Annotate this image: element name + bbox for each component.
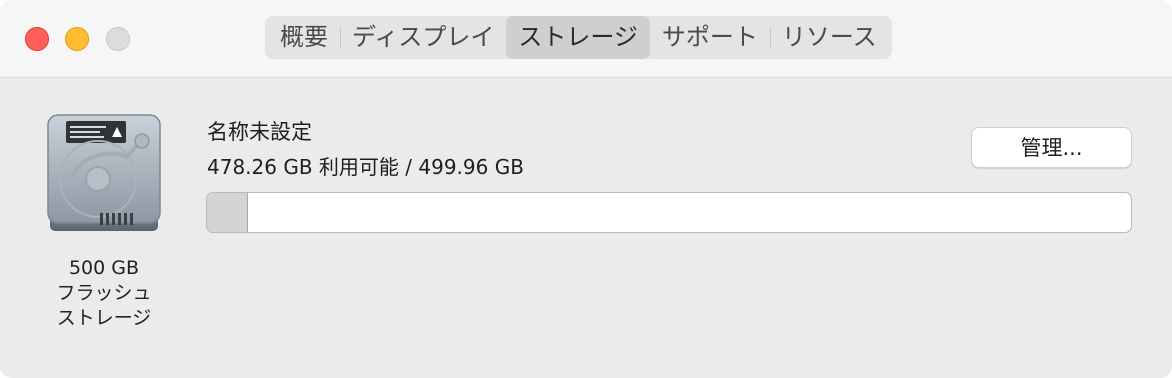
storage-used-segment	[207, 193, 248, 232]
about-this-mac-window: 概要 ディスプレイ ストレージ サポート リソース 500 GB フラッシュ ス…	[0, 0, 1172, 378]
tab-resources[interactable]: リソース	[769, 16, 889, 59]
available-space-text: 478.26 GB 利用可能 / 499.96 GB	[207, 155, 524, 179]
drive-capacity: 500 GB	[68, 257, 140, 279]
title-bar: 概要 ディスプレイ ストレージ サポート リソース	[0, 0, 1172, 78]
drive-type-line1: フラッシュ	[56, 282, 152, 304]
tab-overview[interactable]: 概要	[268, 16, 340, 59]
tab-label: ストレージ	[518, 23, 638, 51]
drive-caption: 500 GB フラッシュ ストレージ	[30, 256, 178, 331]
minimize-button[interactable]	[65, 27, 89, 51]
volume-name: 名称未設定	[207, 120, 312, 144]
zoom-button[interactable]	[106, 27, 130, 51]
tab-support[interactable]: サポート	[650, 16, 770, 59]
drive-type-line2: ストレージ	[56, 307, 152, 329]
manage-button[interactable]: 管理...	[971, 127, 1132, 168]
tab-label: ディスプレイ	[352, 23, 495, 51]
storage-usage-bar	[206, 192, 1132, 233]
tab-separator	[769, 27, 771, 48]
tab-label: リソース	[781, 23, 877, 51]
tab-label: 概要	[280, 23, 328, 51]
tab-storage[interactable]: ストレージ	[506, 16, 650, 59]
tab-label: サポート	[661, 23, 758, 51]
hard-drive-icon	[46, 113, 162, 235]
tab-bar: 概要 ディスプレイ ストレージ サポート リソース	[265, 16, 892, 59]
tab-separator	[340, 27, 341, 48]
close-button[interactable]	[25, 27, 49, 51]
tab-displays[interactable]: ディスプレイ	[340, 16, 506, 59]
